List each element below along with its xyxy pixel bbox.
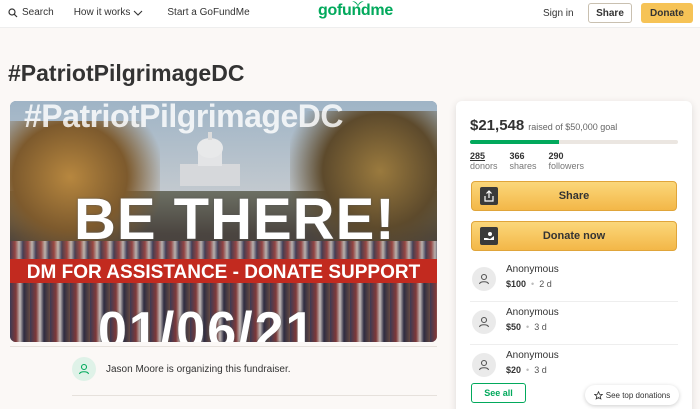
donor-avatar	[472, 353, 496, 377]
share-button[interactable]: Share	[471, 181, 677, 211]
raised-summary: $21,548 raised of $50,000 goal	[470, 117, 617, 134]
donation-meta: $50 • 3 d	[506, 322, 547, 332]
donation-amount: $20	[506, 365, 522, 375]
donation-time: 2 d	[539, 279, 552, 289]
start-gofundme-label: Start a GoFundMe	[167, 7, 250, 18]
donor-name: Anonymous	[506, 307, 559, 318]
donation-time: 3 d	[534, 322, 547, 332]
signin-link[interactable]: Sign in	[543, 8, 574, 19]
donate-now-button[interactable]: Donate now	[471, 221, 677, 251]
user-icon	[478, 359, 490, 371]
how-it-works-label: How it works	[73, 7, 131, 18]
user-icon	[78, 363, 90, 375]
raised-amount: $21,548	[470, 117, 525, 134]
stat-followers: 290 followers	[549, 151, 585, 171]
separator-dot: •	[531, 279, 535, 289]
hero-headline: BE THERE!	[74, 187, 396, 252]
capitol-building-icon	[180, 132, 240, 186]
stat-followers-label: followers	[548, 161, 585, 171]
stat-followers-num: 290	[548, 151, 564, 161]
start-gofundme-link[interactable]: Start a GoFundMe	[167, 7, 249, 18]
logo-sprout-icon	[352, 1, 364, 8]
divider	[72, 395, 437, 396]
donation-item: Anonymous $20 • 3 d	[470, 345, 678, 388]
page-title: #PatriotPilgrimageDC	[8, 60, 245, 86]
how-it-works-menu[interactable]: How it works	[74, 7, 148, 18]
donate-now-label: Donate now	[542, 230, 606, 242]
organizer-avatar	[72, 357, 96, 381]
donor-avatar	[472, 310, 496, 334]
recent-donations-list: Anonymous $100 • 2 d Anonymous $50 • 3 d…	[470, 259, 678, 388]
stat-donors-label: donors	[470, 161, 498, 171]
header-donate-button[interactable]: Donate	[641, 3, 693, 23]
star-icon	[593, 390, 603, 400]
header-share-button[interactable]: Share	[588, 3, 632, 23]
donation-meta: $20 • 3 d	[506, 365, 547, 375]
divider	[10, 346, 437, 347]
donor-name: Anonymous	[506, 350, 559, 361]
see-top-donations-button[interactable]: See top donations	[585, 385, 679, 405]
share-button-label: Share	[558, 190, 590, 202]
hero-banner-text: DM FOR ASSISTANCE - DONATE SUPPORT	[26, 262, 421, 283]
stat-shares-label: shares	[509, 161, 537, 171]
see-all-button[interactable]: See all	[471, 383, 526, 403]
donor-avatar	[472, 267, 496, 291]
campaign-hero-image: #PatriotPilgrimageDC BE THERE! DM FOR AS…	[10, 101, 437, 342]
organizer-text: Jason Moore is organizing this fundraise…	[106, 363, 291, 375]
separator-dot: •	[526, 322, 530, 332]
progress-fill	[470, 140, 560, 144]
donation-item: Anonymous $50 • 3 d	[470, 302, 678, 345]
organizer-row: Jason Moore is organizing this fundraise…	[72, 357, 291, 381]
nav-left: Search How it works Start a GoFundMe	[8, 7, 270, 18]
stat-donors-num: 285	[470, 151, 486, 161]
stat-shares: 366 shares	[510, 151, 537, 171]
search-button[interactable]: Search	[8, 7, 54, 18]
user-icon	[478, 273, 490, 285]
chevron-down-icon	[133, 10, 143, 16]
see-top-donations-label: See top donations	[605, 390, 671, 400]
hero-hashtag-text: #PatriotPilgrimageDC	[24, 101, 343, 134]
donation-item: Anonymous $100 • 2 d	[470, 259, 678, 302]
user-icon	[478, 316, 490, 328]
donation-amount: $100	[506, 279, 527, 289]
raised-goal-text: raised of $50,000 goal	[528, 122, 618, 132]
stat-shares-num: 366	[509, 151, 525, 161]
search-label: Search	[22, 7, 54, 18]
hero-date: 01/06/21	[98, 302, 317, 342]
top-nav: Search How it works Start a GoFundMe gof…	[0, 0, 700, 28]
donation-time: 3 d	[534, 365, 547, 375]
progress-bar	[470, 140, 678, 144]
donor-name: Anonymous	[506, 264, 559, 275]
search-icon	[8, 7, 18, 17]
campaign-stats: 285 donors 366 shares 290 followers	[470, 151, 596, 171]
separator-dot: •	[526, 365, 530, 375]
stat-donors[interactable]: 285 donors	[470, 151, 498, 171]
donation-sidebar: $21,548 raised of $50,000 goal 285 donor…	[456, 101, 692, 409]
donation-meta: $100 • 2 d	[506, 279, 552, 289]
donation-amount: $50	[506, 322, 522, 332]
